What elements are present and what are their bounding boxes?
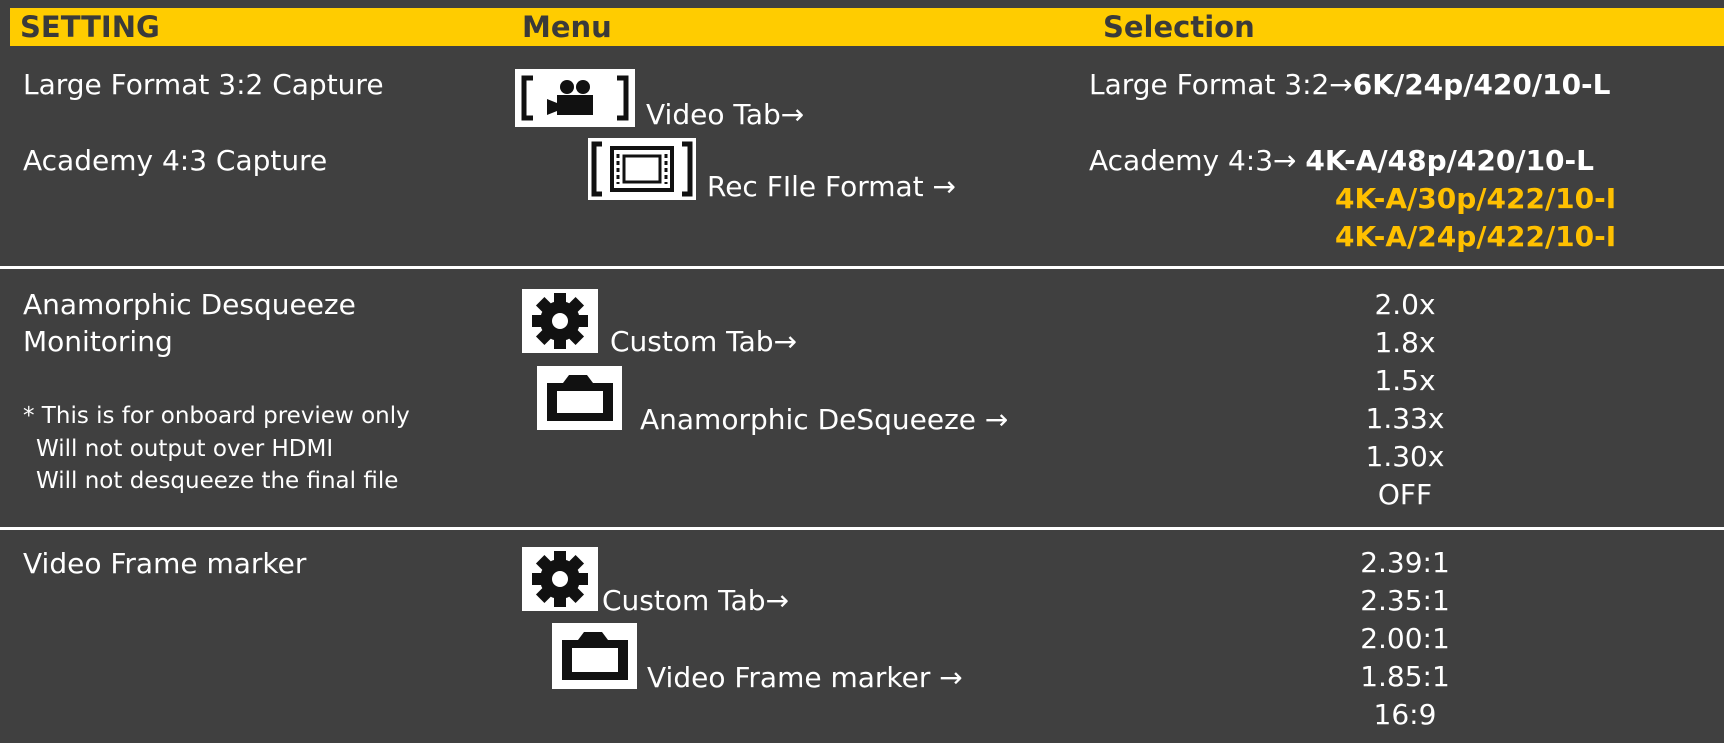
header-menu: Menu	[522, 10, 612, 44]
option-16-9: 16:9	[1373, 698, 1437, 731]
selection-large-value: 6K/24p/420/10-L	[1352, 68, 1611, 101]
option-2-39-1: 2.39:1	[1360, 546, 1450, 579]
option-2-35-1: 2.35:1	[1360, 584, 1450, 617]
menu-video-tab: Video Tab→	[646, 98, 805, 131]
film-strip-icon	[588, 138, 696, 200]
header-selection: Selection	[1103, 10, 1255, 44]
selection-large-format: Large Format 3:2→6K/24p/420/10-L	[1089, 68, 1611, 102]
gear-icon	[522, 289, 598, 353]
gear-icon	[522, 547, 598, 611]
note-no-hdmi: Will not output over HDMI	[36, 436, 334, 462]
option-1-85-1: 1.85:1	[1360, 660, 1450, 693]
menu-custom-tab-1: Custom Tab→	[610, 325, 798, 358]
row-divider-1	[0, 266, 1724, 269]
table-header: SETTING Menu Selection	[10, 8, 1724, 46]
option-2-00-1: 2.00:1	[1360, 622, 1450, 655]
menu-custom-tab-2: Custom Tab→	[602, 584, 790, 617]
selection-academy-value-3: 4K-A/24p/422/10-I	[1335, 220, 1617, 253]
menu-rec-file-format: Rec FIle Format →	[707, 170, 957, 203]
setting-large-format: Large Format 3:2 Capture	[23, 68, 384, 101]
selection-academy-value-2: 4K-A/30p/422/10-I	[1335, 182, 1617, 215]
selection-academy-value-1: 4K-A/48p/420/10-L	[1305, 144, 1594, 177]
option-1-30x: 1.30x	[1365, 440, 1445, 473]
note-no-desqueeze-file: Will not desqueeze the final file	[36, 468, 399, 494]
option-1-33x: 1.33x	[1365, 402, 1445, 435]
menu-video-frame-marker: Video Frame marker →	[647, 661, 963, 694]
menu-anamorphic-desqueeze: Anamorphic DeSqueeze →	[640, 403, 1009, 436]
option-off: OFF	[1377, 478, 1433, 511]
setting-anamorphic-desqueeze: Anamorphic Desqueeze	[23, 288, 356, 321]
selection-large-prefix: Large Format 3:2→	[1089, 68, 1353, 101]
monitor-icon	[552, 623, 637, 689]
setting-academy: Academy 4:3 Capture	[23, 144, 328, 177]
option-1-5x: 1.5x	[1374, 364, 1436, 397]
monitor-icon	[537, 366, 622, 430]
setting-monitoring: Monitoring	[23, 325, 173, 358]
setting-video-frame-marker: Video Frame marker	[23, 547, 307, 580]
frame-marker-options: 2.39:1 2.35:1 2.00:1 1.85:1 16:9	[1285, 544, 1525, 734]
desqueeze-options: 2.0x 1.8x 1.5x 1.33x 1.30x OFF	[1285, 286, 1525, 514]
note-preview-only: * This is for onboard preview only	[23, 403, 410, 429]
header-setting: SETTING	[20, 10, 160, 44]
option-2-0x: 2.0x	[1374, 288, 1436, 321]
video-camera-icon	[515, 69, 635, 127]
row-divider-2	[0, 527, 1724, 530]
option-1-8x: 1.8x	[1374, 326, 1436, 359]
selection-academy-prefix: Academy 4:3→	[1089, 144, 1306, 177]
selection-academy: Academy 4:3→ 4K-A/48p/420/10-L	[1089, 144, 1594, 178]
